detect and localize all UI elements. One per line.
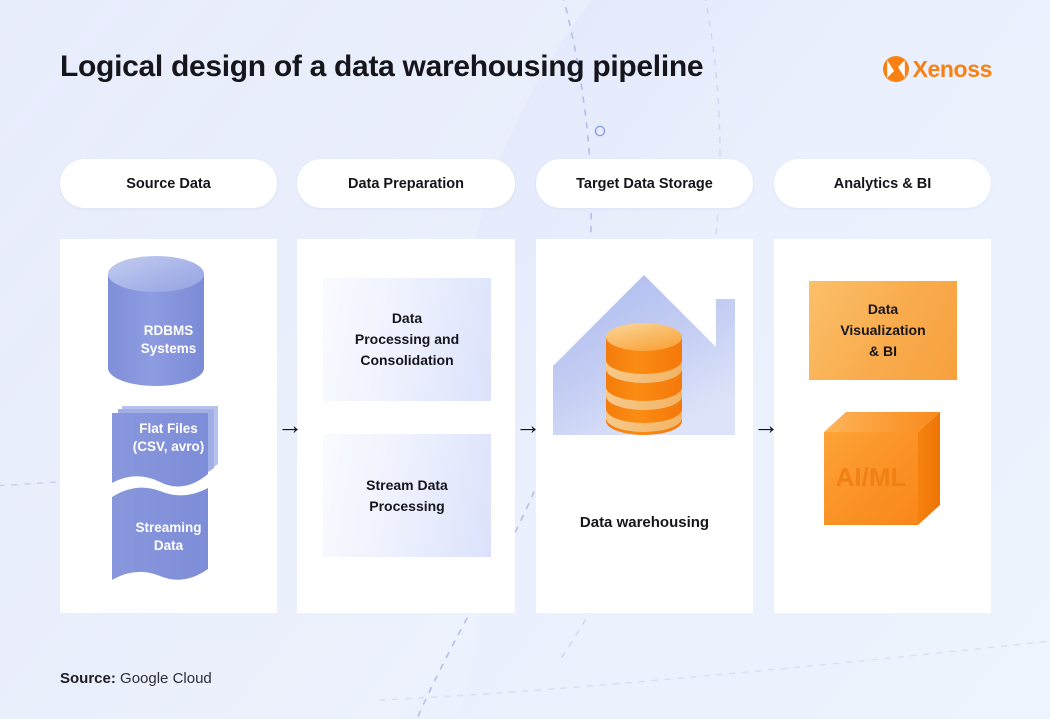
arrow-right-icon-1: → bbox=[277, 410, 303, 440]
box-line: Processing and bbox=[354, 331, 460, 347]
stage-pill-label: Source Data bbox=[126, 175, 211, 192]
source-label: Source: bbox=[60, 670, 116, 687]
stage-pill-label: Data Preparation bbox=[347, 175, 465, 192]
curve-node-marker bbox=[594, 125, 606, 137]
stage-pill-label: Target Data Storage bbox=[576, 175, 713, 192]
data-processing-consolidation-box: Data Processing and Consolidation bbox=[323, 278, 491, 401]
infographic-canvas: Logical design of a data warehousing pip… bbox=[0, 0, 1050, 719]
box-line: & BI bbox=[868, 343, 897, 359]
stage-pill-data-preparation[interactable]: Data Preparation bbox=[297, 159, 515, 208]
data-visualization-bi-box: Data Visualization & BI bbox=[809, 281, 957, 380]
arrow-right-icon-3: → bbox=[753, 410, 779, 440]
column-data-preparation: Data Processing and Consolidation Stream… bbox=[297, 239, 515, 613]
source-value: Google Cloud bbox=[120, 670, 212, 687]
column-source-data: RDBMS Systems Flat Files (CSV, avro) Str… bbox=[60, 239, 277, 613]
box-line: Processing bbox=[369, 497, 445, 514]
box-line: Stream Data bbox=[366, 476, 448, 493]
box-line: Visualization bbox=[840, 322, 926, 338]
stage-pill-label: Analytics & BI bbox=[833, 175, 932, 192]
source-shapes bbox=[108, 256, 218, 580]
flat-files-documents-icon bbox=[112, 406, 218, 487]
stage-pill-source-data[interactable]: Source Data bbox=[60, 159, 277, 208]
ai-ml-cube-icon: AI/ML bbox=[824, 412, 940, 525]
brand-name: Xenoss bbox=[912, 55, 993, 82]
streaming-data-wave-icon bbox=[112, 487, 208, 580]
stage-pill-target-data-storage[interactable]: Target Data Storage bbox=[536, 159, 753, 208]
box-line: Consolidation bbox=[360, 352, 454, 368]
rdbms-cylinder-icon bbox=[108, 256, 204, 386]
box-line: Data bbox=[391, 310, 423, 326]
stage-pill-analytics-bi[interactable]: Analytics & BI bbox=[774, 159, 991, 208]
data-warehousing-caption: Data warehousing bbox=[579, 514, 710, 531]
column-analytics-bi: Data Visualization & BI AI/ML bbox=[774, 239, 991, 613]
warehouse-shapes bbox=[553, 275, 735, 435]
ai-ml-cube-label: AI/ML bbox=[836, 462, 907, 492]
column-target-data-storage: Data warehousing bbox=[536, 239, 753, 613]
box-line: Data bbox=[867, 301, 899, 317]
source-attribution: Source: Google Cloud bbox=[60, 670, 212, 687]
page-title: Logical design of a data warehousing pip… bbox=[60, 50, 704, 83]
stream-data-processing-box: Stream Data Processing bbox=[323, 434, 491, 557]
xenoss-circle-x-icon bbox=[882, 56, 909, 82]
data-warehouse-database-icon bbox=[606, 323, 682, 435]
brand-logo: Xenoss bbox=[882, 55, 992, 83]
source-node-group bbox=[60, 239, 277, 613]
dotted-curve-bottom bbox=[379, 640, 1050, 701]
arrow-right-icon-2: → bbox=[515, 410, 541, 440]
